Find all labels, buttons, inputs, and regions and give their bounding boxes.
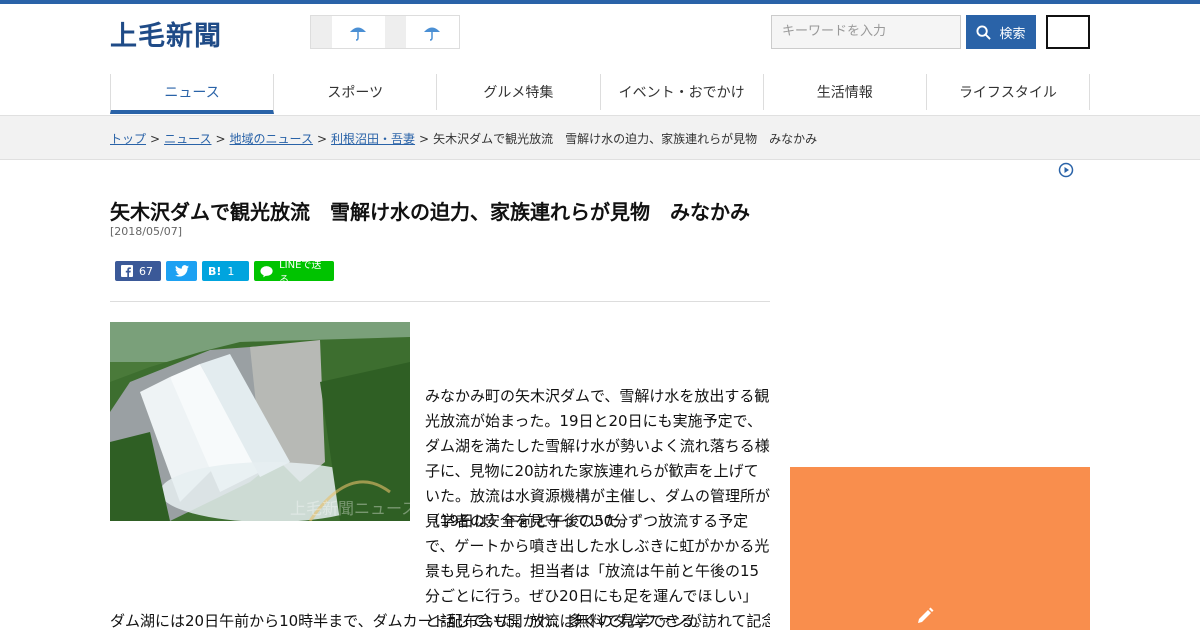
umbrella-icon bbox=[350, 27, 367, 41]
article-date: [2018/05/07] bbox=[110, 225, 182, 238]
nav-item-gourmet[interactable]: グルメ特集 bbox=[437, 74, 601, 110]
nav-item-living[interactable]: 生活情報 bbox=[764, 74, 927, 110]
hatena-bookmark-count: 1 bbox=[227, 264, 235, 278]
breadcrumb-link-top[interactable]: トップ bbox=[110, 132, 146, 146]
nav-item-news[interactable]: ニュース bbox=[110, 74, 275, 114]
umbrella-icon bbox=[424, 27, 441, 41]
search-icon bbox=[976, 24, 992, 40]
weather-label-cell bbox=[311, 16, 332, 48]
weather-forecast-today bbox=[332, 16, 385, 48]
breadcrumb-current: 矢木沢ダムで観光放流 雪解け水の迫力、家族連れらが見物 みなかみ bbox=[433, 132, 818, 146]
hatena-bookmark-icon: B! bbox=[208, 264, 222, 278]
search-input[interactable]: キーワードを入力 bbox=[771, 15, 961, 49]
nav-item-events[interactable]: イベント・おでかけ bbox=[601, 74, 764, 110]
facebook-share-button[interactable]: 67 bbox=[115, 261, 161, 281]
facebook-icon bbox=[121, 265, 133, 277]
weather-label-cell-2 bbox=[385, 16, 406, 48]
nav-item-sports[interactable]: スポーツ bbox=[274, 74, 438, 110]
main-nav: ニュース スポーツ グルメ特集 イベント・おでかけ 生活情報 ライフスタイル bbox=[110, 74, 1091, 114]
top-accent-bar bbox=[0, 0, 1200, 4]
sidebar-advertisement[interactable] bbox=[790, 467, 1090, 630]
hatena-bookmark-button[interactable]: B! 1 bbox=[202, 261, 249, 281]
weather-forecast-tomorrow bbox=[406, 16, 459, 48]
svg-text:上毛新聞ニュース: 上毛新聞ニュース bbox=[290, 499, 410, 518]
divider bbox=[110, 301, 770, 302]
twitter-icon bbox=[174, 265, 189, 277]
ad-choices-icon[interactable] bbox=[1058, 162, 1074, 178]
breadcrumb-bar: トップ > ニュース > 地域のニュース > 利根沼田・吾妻 > 矢木沢ダムで観光放流 雪解け水… bbox=[0, 115, 1200, 160]
nav-item-lifestyle[interactable]: ライフスタイル bbox=[927, 74, 1091, 110]
article-photo-dam[interactable]: 上毛新聞ニュース bbox=[110, 322, 410, 521]
breadcrumb-link-news[interactable]: ニュース bbox=[164, 132, 211, 146]
share-buttons: 67 B! 1 LINEで送る bbox=[115, 260, 334, 286]
article-paragraph-3: ダム湖には20日午前から10時半まで、ダムカード配布会も開かれ、多くのダムファン… bbox=[110, 612, 770, 630]
breadcrumb-link-area[interactable]: 利根沼田・吾妻 bbox=[331, 132, 415, 146]
line-icon bbox=[260, 265, 273, 277]
article-title: 矢木沢ダムで観光放流 雪解け水の迫力、家族連れらが見物 みなかみ bbox=[110, 200, 750, 224]
dam-spillway-photo: 上毛新聞ニュース bbox=[110, 322, 410, 521]
site-logo[interactable]: 上毛新聞 bbox=[110, 14, 222, 53]
menu-button[interactable] bbox=[1046, 15, 1090, 49]
search-button-label: 検索 bbox=[999, 26, 1026, 42]
weather-widget[interactable] bbox=[310, 15, 460, 49]
breadcrumb: トップ > ニュース > 地域のニュース > 利根沼田・吾妻 > 矢木沢ダムで観光放流 雪解け水… bbox=[110, 132, 818, 146]
pencil-icon bbox=[918, 607, 934, 623]
line-share-button[interactable]: LINEで送る bbox=[254, 260, 334, 286]
breadcrumb-link-local[interactable]: 地域のニュース bbox=[230, 132, 313, 146]
line-share-label: LINEで送る bbox=[279, 260, 322, 286]
twitter-share-button[interactable] bbox=[166, 261, 197, 281]
search-button[interactable]: 検索 bbox=[966, 15, 1036, 49]
facebook-share-count: 67 bbox=[139, 264, 153, 278]
